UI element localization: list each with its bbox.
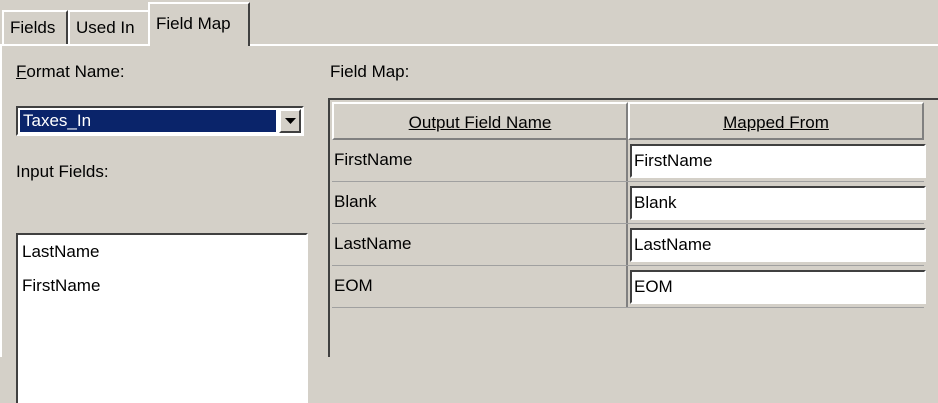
format-name-value: Taxes_In: [20, 110, 276, 132]
column-header-output-field-name[interactable]: Output Field Name: [332, 102, 628, 140]
tab-field-map[interactable]: Field Map: [148, 2, 250, 46]
list-item[interactable]: FirstName: [18, 269, 306, 303]
field-map-label: Field Map:: [330, 62, 410, 81]
output-field-cell: EOM: [334, 276, 373, 295]
tab-strip: Fields Used In Field Map: [0, 0, 938, 46]
list-item[interactable]: LastName: [18, 235, 306, 269]
mapped-from-input[interactable]: EOM: [630, 270, 926, 304]
format-name-dropdown[interactable]: Taxes_In: [16, 106, 304, 136]
mapped-from-input[interactable]: FirstName: [630, 144, 926, 178]
tab-divider: [0, 44, 938, 46]
mapped-from-input[interactable]: Blank: [630, 186, 926, 220]
tab-fields[interactable]: Fields: [2, 10, 68, 44]
output-field-cell: Blank: [334, 192, 377, 211]
format-name-accelerator: F: [16, 62, 27, 81]
field-map-page: Format Name: Taxes_In Input Fields: Last…: [0, 46, 938, 403]
output-field-cell: FirstName: [334, 150, 413, 169]
dropdown-button[interactable]: [279, 109, 301, 133]
format-name-label-text: ormat Name:: [26, 62, 125, 81]
field-map-grid: Output Field Name Mapped From FirstName …: [328, 98, 938, 357]
column-header-mapped-from[interactable]: Mapped From: [628, 102, 924, 140]
input-fields-label: Input Fields:: [16, 162, 109, 181]
tab-used-in[interactable]: Used In: [68, 10, 150, 44]
table-row: Blank Blank: [332, 182, 926, 224]
output-field-cell: LastName: [334, 234, 412, 253]
table-row: FirstName FirstName: [332, 140, 926, 182]
table-row: LastName LastName: [332, 224, 926, 266]
chevron-down-icon: [285, 118, 296, 124]
table-row: EOM EOM: [332, 266, 926, 308]
input-fields-list[interactable]: LastName FirstName: [16, 233, 308, 403]
format-name-label: Format Name:: [16, 62, 125, 82]
mapped-from-input[interactable]: LastName: [630, 228, 926, 262]
